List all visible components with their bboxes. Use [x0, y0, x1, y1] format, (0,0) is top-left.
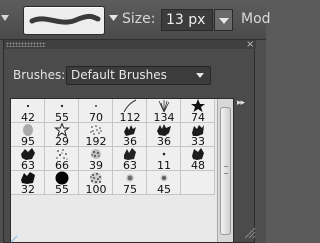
brush-grid-scrollbar[interactable]: [217, 99, 233, 242]
brush-size-label: 32: [21, 183, 35, 196]
brush-tile[interactable]: 45: [147, 171, 181, 196]
brush-tile[interactable]: 29: [45, 123, 79, 148]
brush-tile[interactable]: 39: [79, 147, 113, 172]
brush-tile[interactable]: 70: [79, 99, 113, 124]
brush-tile[interactable]: 32: [11, 171, 45, 196]
brush-tile[interactable]: 48: [181, 147, 215, 172]
brush-tile[interactable]: 42: [11, 99, 45, 124]
brush-size-label: 100: [85, 183, 107, 196]
brush-tile[interactable]: 134: [147, 99, 181, 124]
brush-tile[interactable]: 66: [45, 147, 79, 172]
brush-tile[interactable]: 112: [113, 99, 147, 124]
size-label: Size:: [122, 11, 156, 27]
brush-size-label: 55: [55, 183, 69, 196]
brush-size-label: 45: [157, 183, 171, 196]
brush-tile[interactable]: 192: [79, 123, 113, 148]
brush-tile[interactable]: 11: [147, 147, 181, 172]
size-dropdown-button[interactable]: [214, 9, 233, 31]
brush-tile[interactable]: 63: [11, 147, 45, 172]
photoshop-options-area: Size: 13 px Mod × Brushes: Default Brush…: [0, 0, 271, 243]
tool-options-bar: Size: 13 px Mod: [0, 0, 271, 40]
brush-picker-popup: × Brushes: Default Brushes ▸▸ 42 55 70 1…: [3, 39, 256, 243]
close-icon[interactable]: ×: [246, 39, 254, 50]
resize-grip-icon[interactable]: [242, 225, 256, 239]
brush-tile[interactable]: 95: [11, 123, 45, 148]
size-input[interactable]: 13 px: [161, 9, 213, 31]
mode-label: Mod: [241, 11, 271, 27]
brush-tile[interactable]: 36: [147, 123, 181, 148]
brush-size-label: 75: [123, 183, 137, 196]
brush-stroke-preview: [29, 13, 101, 25]
brush-tile[interactable]: 33: [181, 123, 215, 148]
magic-wand-icon: [10, 233, 20, 243]
chevron-down-icon: [219, 18, 229, 24]
brush-tile[interactable]: 36: [113, 123, 147, 148]
triangle-arrow-icon[interactable]: [1, 13, 10, 22]
brush-tile[interactable]: 75: [113, 171, 147, 196]
brush-tile[interactable]: 74: [181, 99, 215, 124]
double-chevron-right-icon[interactable]: ▸▸: [237, 98, 249, 108]
brush-set-dropdown[interactable]: Default Brushes: [66, 66, 211, 85]
brush-tile[interactable]: 55: [45, 99, 79, 124]
brush-tile[interactable]: 63: [113, 147, 147, 172]
brush-tile[interactable]: 55: [45, 171, 79, 196]
brush-set-value: Default Brushes: [71, 68, 167, 82]
brush-preview-button[interactable]: [23, 6, 105, 35]
chevron-down-icon[interactable]: [109, 15, 118, 22]
brush-grid-panel: 42 55 70 112 134 74 95 29 192 36 36 33 6…: [10, 98, 234, 243]
brush-tile[interactable]: 100: [79, 171, 113, 196]
brushes-label: Brushes:: [13, 68, 66, 82]
grip-lines-icon: [224, 166, 228, 174]
scroll-thumb[interactable]: [220, 107, 231, 235]
brush-tile-empty: [181, 171, 215, 195]
chevron-down-icon: [196, 73, 204, 78]
popup-title-bar[interactable]: ×: [4, 39, 256, 50]
drag-grip-icon: [6, 42, 46, 47]
brush-grid: 42 55 70 112 134 74 95 29 192 36 36 33 6…: [11, 99, 217, 242]
